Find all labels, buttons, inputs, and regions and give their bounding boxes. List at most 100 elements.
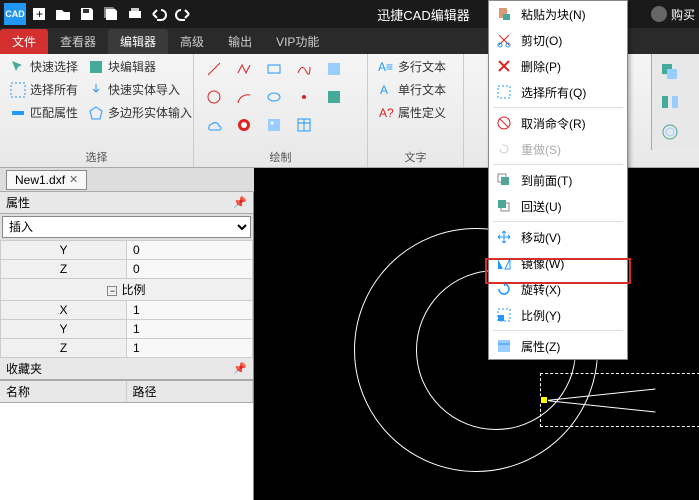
grip-handle[interactable] [540,396,548,404]
fav-name-col[interactable]: 名称 [0,381,127,402]
undo-icon[interactable] [148,3,170,25]
quick-select-icon [10,59,26,75]
ctx-select-all[interactable]: 选择所有(Q) [489,79,627,105]
ctx-delete[interactable]: 删除(P) [489,53,627,79]
ctx-separator [493,330,623,331]
table-row[interactable]: Z0 [1,260,253,279]
table-row[interactable]: X1 [1,301,253,320]
new-icon[interactable]: + [28,3,50,25]
draw-hatch-button[interactable] [320,84,348,110]
pin-icon[interactable]: 📌 [233,362,247,375]
singletext-icon: A [378,82,394,98]
file-tab-name: New1.dxf [15,173,65,187]
single-text-button[interactable]: A单行文本 [374,79,450,100]
svg-text:A≡: A≡ [378,60,393,74]
draw-rect-button[interactable] [260,56,288,82]
svg-text:+: + [36,7,43,21]
fav-path-col[interactable]: 路径 [127,381,254,402]
selection-box [540,373,699,427]
ribbon-text-label: 文字 [374,147,457,165]
ribbon-group-select: 快速选择 选择所有 匹配属性 块编辑器 快速实体导入 多边形实体输入 选择 [0,54,194,167]
collapse-icon[interactable]: − [107,286,117,296]
draw-ellipse-button[interactable] [260,84,288,110]
draw-table-button[interactable] [290,112,318,138]
ctx-cancel-cmd[interactable]: 取消命令(R) [489,110,627,136]
draw-donut-button[interactable] [230,112,258,138]
ctx-separator [493,221,623,222]
ctx-send-back[interactable]: 回送(U) [489,193,627,219]
pin-icon[interactable]: 📌 [233,196,247,209]
table-row[interactable]: Y1 [1,320,253,339]
select-all-button[interactable]: 选择所有 [6,79,82,100]
redo-icon [495,140,513,158]
rt-mirror-icon[interactable] [658,90,682,114]
table-row[interactable]: Y0 [1,241,253,260]
quick-import-button[interactable]: 快速实体导入 [84,79,196,100]
saveall-icon[interactable] [100,3,122,25]
draw-polyline-button[interactable] [230,56,258,82]
draw-point-button[interactable] [290,84,318,110]
rt-offset-icon[interactable] [658,120,682,144]
ctx-to-front[interactable]: 到前面(T) [489,167,627,193]
scale-section-row[interactable]: −比例 [1,279,253,301]
selectall-icon [495,83,513,101]
paste-block-icon [495,5,513,23]
multi-text-button[interactable]: A≡多行文本 [374,56,450,77]
rotate-icon [495,280,513,298]
redo-icon[interactable] [172,3,194,25]
properties-title: 属性 [6,194,30,211]
insert-combo-row: 插入 [0,214,253,240]
draw-line-button[interactable] [200,56,228,82]
ctx-paste-block[interactable]: 粘贴为块(N) [489,1,627,27]
open-icon[interactable] [52,3,74,25]
draw-region-button[interactable] [320,56,348,82]
table-row[interactable]: Z1 [1,339,253,358]
print-icon[interactable] [124,3,146,25]
tab-advanced[interactable]: 高级 [168,29,216,54]
block-editor-button[interactable]: 块编辑器 [84,56,196,77]
title-right[interactable]: 购买 [651,6,695,23]
avatar-icon [651,6,667,22]
delete-icon [495,57,513,75]
draw-arc-button[interactable] [230,84,258,110]
ctx-move[interactable]: 移动(V) [489,224,627,250]
back-icon [495,197,513,215]
draw-spline-button[interactable] [290,56,318,82]
canvas[interactable] [254,168,699,500]
draw-image-button[interactable] [260,112,288,138]
match-icon [10,105,26,121]
rt-copy-icon[interactable] [658,60,682,84]
poly-import-button[interactable]: 多边形实体输入 [84,102,196,123]
ctx-scale[interactable]: 比例(Y) [489,302,627,328]
insert-combo[interactable]: 插入 [2,216,251,238]
match-props-button[interactable]: 匹配属性 [6,102,82,123]
tab-file[interactable]: 文件 [0,29,48,54]
properties-table: Y0 Z0 −比例 X1 Y1 Z1 [0,240,253,358]
quick-select-button[interactable]: 快速选择 [6,56,82,77]
tab-vip[interactable]: VIP功能 [264,29,331,54]
ctx-rotate[interactable]: 旋转(X) [489,276,627,302]
ctx-properties[interactable]: 属性(Z) [489,333,627,359]
tab-viewer[interactable]: 查看器 [48,29,108,54]
cut-icon [495,31,513,49]
file-tab-close-icon[interactable]: ✕ [69,173,78,186]
select-all-icon [10,82,26,98]
right-toolbar [651,54,699,150]
ribbon-group-text: A≡多行文本 A单行文本 A?属性定义 文字 [368,54,464,167]
import-icon [88,82,104,98]
ctx-redo: 重做(S) [489,136,627,162]
scale-icon [495,306,513,324]
tab-editor[interactable]: 编辑器 [108,29,168,54]
attrdef-icon: A? [378,105,394,121]
ribbon-select-label: 选择 [6,147,187,165]
save-icon[interactable] [76,3,98,25]
ribbon-draw-label: 绘制 [200,147,361,165]
file-tab[interactable]: New1.dxf ✕ [6,170,87,190]
ctx-separator [493,164,623,165]
draw-cloud-button[interactable] [200,112,228,138]
draw-circle-button[interactable] [200,84,228,110]
ctx-cut[interactable]: 剪切(O) [489,27,627,53]
ctx-mirror[interactable]: 镜像(W) [489,250,627,276]
attr-def-button[interactable]: A?属性定义 [374,102,450,123]
tab-output[interactable]: 输出 [216,29,264,54]
